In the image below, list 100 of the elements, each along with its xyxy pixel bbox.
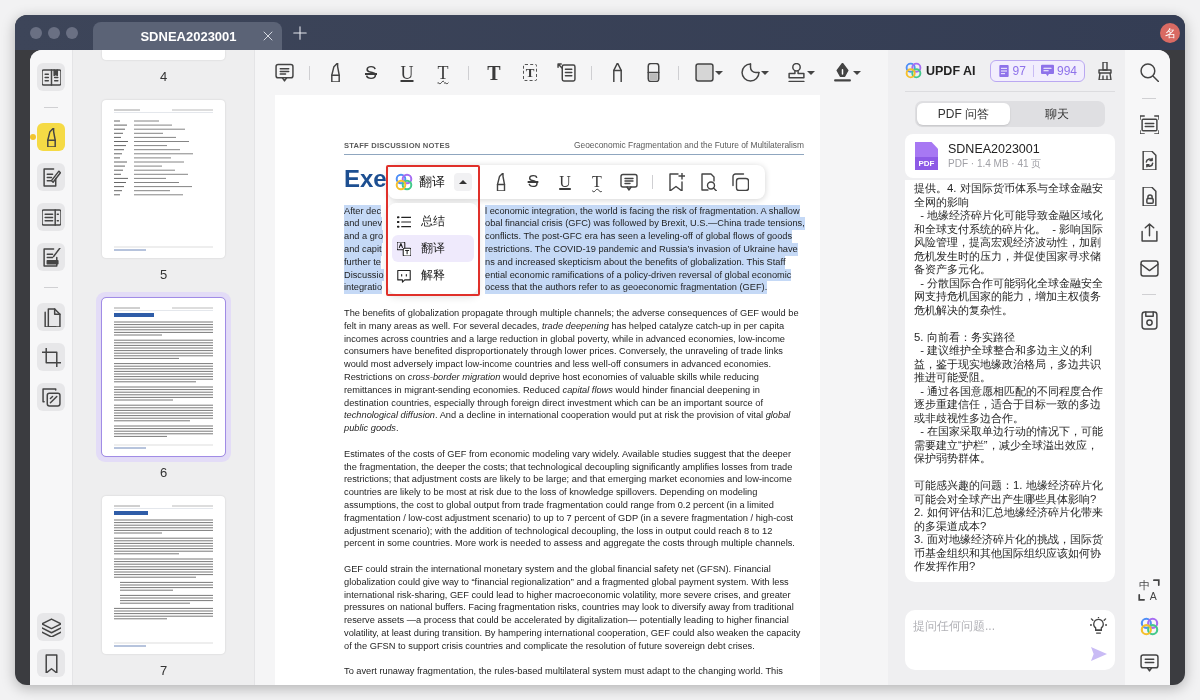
pen-nib-icon [833,63,852,82]
sticker-icon [741,63,760,82]
message-text: 5. 向前看：务实路径 - 建议维护全球整合和多边主义的利益，鉴于现实地缘政治格局，多边共识推进可能受阻。 - 通过各国意愿相匹配的不同程度合作逐步重建信任，适合于目标一致的多边或非歧视性多边合作。 - 在国家采取单边行动的情况下，可能需要建立“护栏”，减少全球溢出效应，保护弱势群体。 [914,330,1105,466]
document-sync-icon [1139,150,1159,170]
bookmark-button[interactable] [37,649,65,677]
ai-logo-icon [905,62,922,79]
list-icon [397,214,411,229]
caret-down-icon [807,68,815,77]
section-heading: Exe [344,165,387,192]
indicator-dot-icon [30,134,36,140]
comment-icon [620,173,638,191]
page-number: 4 [159,70,168,84]
running-header-subtitle: Geoeconomic Fragmentation and the Future of Multilateralism [574,140,804,150]
file-name: SDNEA2023001 [948,141,1041,157]
text-box-button[interactable]: T [516,58,544,87]
square-icon [695,63,714,82]
broom-icon [1096,61,1114,80]
suggestion-button[interactable] [1090,617,1107,637]
close-tab-button[interactable] [262,30,274,42]
highlighted-text: and unev [344,217,383,231]
document-pen-icon [41,167,61,187]
highlighted-text: conflicts. The post-GFC era has seen a leveling-off of global flows of goods [485,230,793,243]
send-icon [1090,646,1107,662]
underline-button[interactable]: U [552,169,578,195]
page-thumbnail[interactable] [102,496,225,654]
stacked-squares-icon [41,387,61,407]
share-icon [1139,222,1159,242]
scan-icon [1139,114,1159,134]
batch-button[interactable] [37,383,65,411]
edit-button[interactable] [37,163,65,191]
annotate-button[interactable] [37,123,65,151]
crop-icon [41,347,61,367]
highlighted-text: After dec [344,204,382,218]
page-quota-count: 97 [1012,63,1026,78]
menu-item[interactable]: 解释 [392,262,474,289]
lightbulb-icon [1090,617,1107,634]
translate-icon [397,241,411,256]
page-number: 6 [159,466,168,480]
form-button[interactable] [37,203,65,231]
highlighted-text: l economic integration, the world is facing the risk of fragmentation. A shallow [485,204,800,218]
organize-pages-button[interactable] [37,303,65,331]
add-text-button[interactable]: T [480,58,508,87]
file-details: PDF · 1.4 MB · 41 页 [948,156,1042,171]
chat-bubble-icon [397,268,411,283]
question-quota-count: 994 [1056,63,1077,78]
copy-icon [731,173,749,191]
menu-item[interactable]: 翻译 [392,235,474,262]
document-search-icon [699,173,717,191]
document-pen-icon [41,247,61,267]
body-paragraph: The benefits of globalization propagate through multiple channels; the adverse consequences of GEF would be felt in many areas as well. For several decades, trade deepening has helped catalyze catch-up in per capita incomes across countries and a large reduction in global poverty, while in advanced economies, low-income consumers have benefited disproportionately through lower prices. Conversely, the unraveling of trade links would most adversely impact low-income countries and less well-off consumers in advanced economies. Restrictions on cross-border migration would deprive host economies of valuable skills while reducing remittances in migrant-sending economies. Reduced capital flows would hinder financial deepening in destination countries, especially through foreign direct investment which can be an important source of technological diffusion. And a decline in international cooperation would put at risk the provision of vital global public goods. [344,306,800,435]
comment-icon [1139,652,1159,672]
document-lock-icon [1139,186,1159,206]
body-paragraph: Estimates of the costs of GEF from economic modeling vary widely. Available studies suggest that the deeper the fragmentation, the deeper the costs; that technological decoupling significantly amplifies losses from trade restrictions; that adjustment costs are likely to be large; and that emerging market economies and low-income countries are likely to be most at risk due to the loss of knowledge spillovers. Depending on modeling assumptions, the cost to global output from trade fragmentation could range from 0.2 percent (in a limited fragmentation / low-cost adjustment scenario) to up to 7 percent of GDP (in a severe fragmentation / high-cost adjustment scenario); with the addition of technological decoupling, the loss in output could reach 8 to 12 percent in some countries. More work is needed to assess and aggregate the costs through multiple channels. [344,447,796,551]
highlighted-text: integratio [344,281,383,295]
page-thumbnail[interactable] [102,50,225,60]
mode-tab[interactable]: PDF 问答 [917,103,1010,125]
caret-down-icon [853,68,861,77]
body-paragraph: To avert runaway fragmentation, the rules-based multilateral system must adapt to the changing world. This [344,665,784,679]
comment-icon [274,63,294,82]
panel-title: UPDF AI [926,63,976,78]
document-icon [997,64,1010,77]
fill-sign-button[interactable] [37,243,65,271]
chat-icon [1040,64,1054,77]
stamp-icon [787,63,806,82]
squiggly-underline-button[interactable]: T [429,58,457,87]
ai-logo-icon [395,173,413,191]
menu-toggle-button[interactable] [454,173,472,191]
page-number: 7 [159,664,168,678]
ai-logo-icon [1139,616,1159,636]
squiggly-underline-button[interactable]: T [584,169,610,195]
layers-button[interactable] [37,613,65,641]
message-text: 可能感兴趣的问题：1. 地缘经济碎片化可能会对全球产出产生哪些具体影响? 2. 如何评估和汇总地缘经济碎片化带来的多渠道成本? 3. 面对地缘经济碎片化的挑战，国际货币基金组织和其他国际组织应该如何协作发挥作用? [914,479,1104,574]
page-thumbnail[interactable] [102,100,225,258]
save-icon [1139,310,1159,330]
pages-icon [41,307,61,327]
strikethrough-button[interactable]: S [357,58,385,87]
page-number: 5 [159,268,168,282]
ai-translate-button[interactable]: 翻译 [392,169,448,195]
document-tab[interactable]: SDNEA2023001 [93,22,282,50]
search-icon [1139,62,1159,82]
caret-down-icon [761,68,769,77]
mode-tab[interactable]: 聊天 [1010,103,1103,125]
new-tab-button[interactable] [293,25,307,40]
caret-up-icon [459,178,467,186]
message-text: 提供。4. 对国际货币体系与全球金融安全网的影响 - 地缘经济碎片化可能导致金融区域化和全球支付系统的碎片化。 - 影响国际风险管理，提高宏观经济波动性，加剧危机发生时的压力，并促使国家寻求储备资产多元化。 - 分散国际合作可能弱化全球金融安全网支持危机国家的能力，增加主权债务危机解决的复杂性。 [914,182,1105,317]
body-paragraph: GEF could strain the international monetary system and the global financial safety net (GFSN). Financial globalization could give way to “financial regionalization” and a fragmented global payment system. With less international risk-sharing, GEF could lead to higher macroeconomic volatility, more severe crises, and greater pressures on national buffers. Facing fragmentation risks, countries may look to diversify away from traditional reserve assets —a process that could be accelerated by digitalization— potentially leading to higher financial volatility, at least during transition. By hampering international cooperation, GEF could also weaken the capacity of the GFSN to support crisis countries and complicate the resolution of future sovereign debt crises. [344,562,802,653]
strikethrough-button[interactable]: S [520,169,546,195]
question-field[interactable]: 提问任何问题... [913,617,1086,635]
reader-button[interactable] [37,63,65,91]
close-icon [262,30,274,42]
page-thumbnail[interactable] [96,292,231,462]
layers-icon [41,617,61,637]
plus-icon [293,25,307,40]
bookmark-plus-icon [667,173,685,191]
highlighted-text: and a gro [344,230,384,243]
crop-button[interactable] [37,343,65,371]
pdf-file-icon: PDF [915,142,938,170]
underline-button[interactable]: U [393,58,421,87]
form-icon [41,207,61,227]
menu-item[interactable]: 总结 [392,208,474,235]
